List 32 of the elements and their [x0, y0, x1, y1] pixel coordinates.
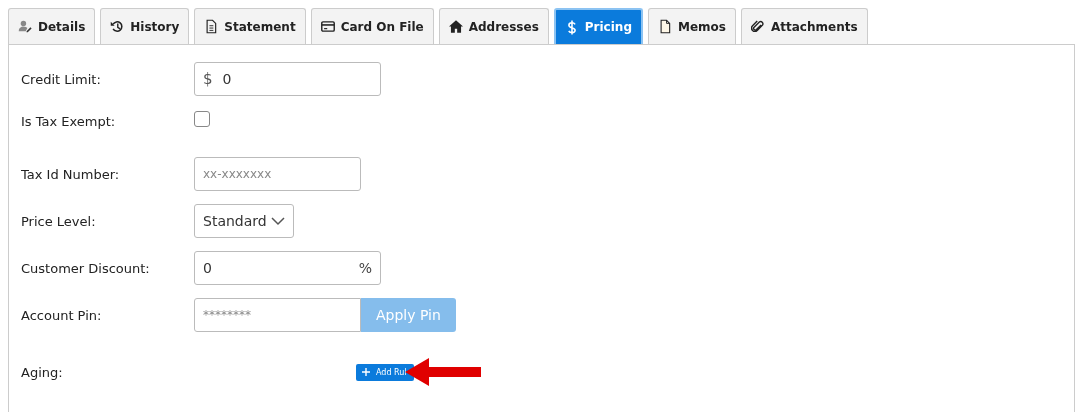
- tab[interactable]: Pricing: [553, 8, 643, 44]
- paperclip-icon: [750, 19, 765, 34]
- add-rule-button[interactable]: Add Rul: [356, 363, 414, 381]
- field-label: Is Tax Exempt:: [21, 114, 117, 129]
- page-icon: [658, 19, 672, 34]
- field-label: Credit Limit:: [21, 71, 102, 87]
- tab[interactable]: Statement: [194, 8, 306, 44]
- input-field[interactable]: xx-xxxxxxx: [194, 157, 361, 191]
- history-icon: [110, 19, 125, 34]
- chevron-down-icon: [271, 216, 285, 226]
- tab[interactable]: Addresses: [438, 8, 549, 44]
- tab[interactable]: Details: [8, 8, 96, 44]
- tab[interactable]: Memos: [648, 8, 736, 44]
- credit-limit-field[interactable]: $ 0: [194, 62, 381, 96]
- field-label: Tax Id Number:: [21, 166, 121, 182]
- tab[interactable]: Attachments: [740, 8, 868, 44]
- pin-field[interactable]: ********: [194, 298, 361, 332]
- tab[interactable]: Card On File: [310, 8, 434, 44]
- field-label: Account Pin:: [21, 307, 103, 323]
- field-label: Aging:: [21, 364, 64, 380]
- arrow-icon: [405, 357, 483, 387]
- tab[interactable]: History: [100, 8, 190, 44]
- checkbox[interactable]: [194, 110, 210, 127]
- field-label: Price Level:: [21, 213, 97, 229]
- field-label: Customer Discount:: [21, 260, 151, 276]
- document-icon: [204, 19, 219, 34]
- user-edit-icon: [18, 19, 32, 34]
- dropdown[interactable]: Standard: [194, 204, 294, 238]
- discount-field[interactable]: 0 %: [194, 251, 381, 285]
- home-icon: [448, 19, 463, 34]
- plus-icon: [362, 368, 370, 376]
- credit-card-icon: [320, 19, 335, 34]
